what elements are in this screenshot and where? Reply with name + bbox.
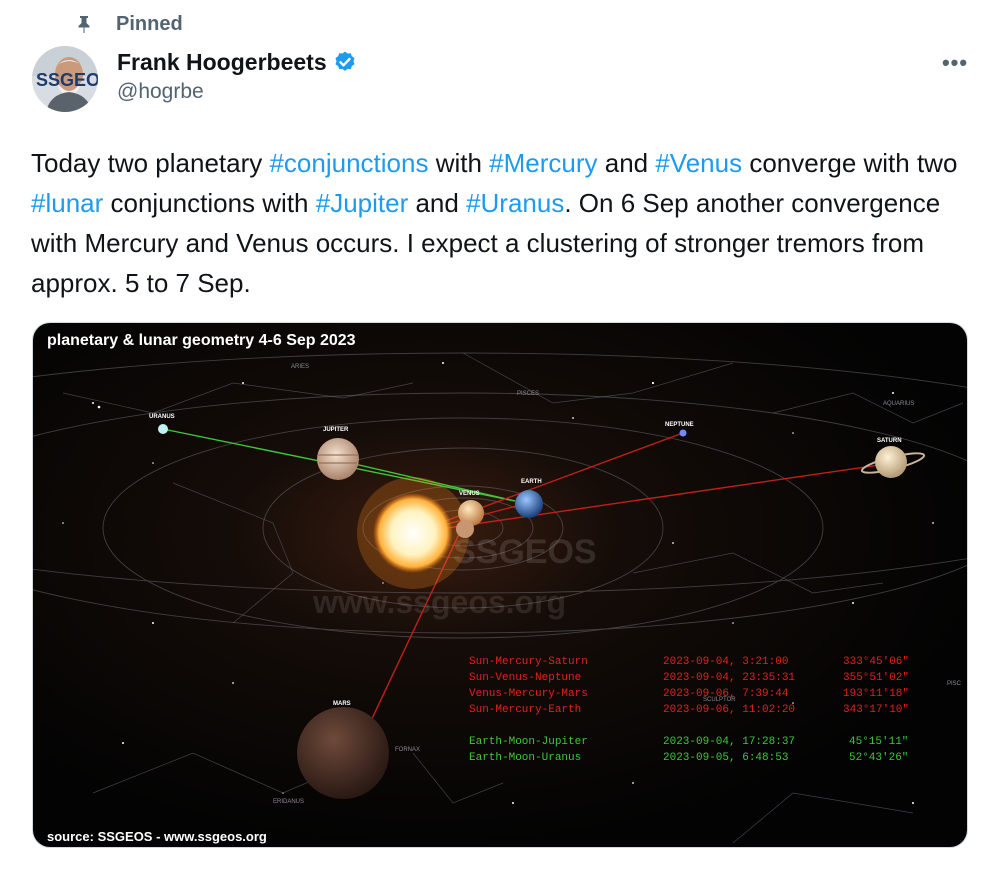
mercury-planet <box>456 520 474 538</box>
verified-badge-icon <box>335 51 355 71</box>
constellation-label: FORNAX <box>395 747 420 753</box>
hashtag-link[interactable]: #Venus <box>655 148 742 178</box>
constellation-label: ARIES <box>291 364 309 370</box>
event-datetime: 2023-09-04, 17:28:37 <box>663 736 795 748</box>
hashtag-link[interactable]: #Uranus <box>466 188 564 218</box>
event-angle: 52°43'26" <box>849 752 908 764</box>
image-title: planetary & lunar geometry 4-6 Sep 2023 <box>47 332 356 349</box>
planet-label-jupiter: JUPITER <box>323 427 349 433</box>
pinned-indicator: Pinned <box>74 10 183 38</box>
event-name: Earth-Moon-Uranus <box>469 752 581 764</box>
jupiter-planet <box>317 438 359 480</box>
tweet-text-segment: Today two planetary <box>31 148 270 178</box>
earth-planet <box>515 490 543 518</box>
author-info: Frank Hoogerbeets @hogrbe <box>117 46 357 104</box>
author-name[interactable]: Frank Hoogerbeets <box>117 49 327 76</box>
planet-label-neptune: NEPTUNE <box>665 422 694 428</box>
planet-label-uranus: URANUS <box>149 414 175 420</box>
tweet-text-segment: and <box>408 188 467 218</box>
hashtag-link[interactable]: #lunar <box>31 188 103 218</box>
event-angle: 45°15'11" <box>849 736 908 748</box>
event-datetime: 2023-09-04, 23:35:31 <box>663 672 795 684</box>
tweet-text-segment: and <box>597 148 656 178</box>
image-source: source: SSGEOS - www.ssgeos.org <box>47 829 267 844</box>
hashtag-link[interactable]: #Jupiter <box>316 188 409 218</box>
hashtag-link[interactable]: #conjunctions <box>269 148 428 178</box>
mars-planet <box>297 707 389 799</box>
event-name: Sun-Mercury-Earth <box>469 704 581 716</box>
uranus-planet <box>158 424 168 434</box>
tweet-image[interactable]: SSGEOS www.ssgeos.org ARIES PISCES AQUAR… <box>32 322 968 848</box>
event-angle: 333°45'06" <box>843 656 909 668</box>
avatar-logo-text: SSGEOS <box>36 70 98 90</box>
more-options-button[interactable]: ••• <box>938 50 972 76</box>
pin-icon <box>78 16 90 33</box>
event-name: Earth-Moon-Jupiter <box>469 736 588 748</box>
watermark-logo: SSGEOS <box>453 533 597 571</box>
event-datetime: 2023-09-05, 6:48:53 <box>663 752 788 764</box>
event-name: Sun-Mercury-Saturn <box>469 656 588 668</box>
watermark-url: www.ssgeos.org <box>312 584 566 620</box>
tweet-text-segment: conjunctions with <box>103 188 316 218</box>
event-datetime: 2023-09-04, 3:21:00 <box>663 656 788 668</box>
event-angle: 343°17'10" <box>843 704 909 716</box>
planet-label-saturn: SATURN <box>877 438 902 444</box>
constellation-label: PISCES <box>517 391 539 397</box>
event-name: Sun-Venus-Neptune <box>469 672 581 684</box>
tweet-text: Today two planetary #conjunctions with #… <box>31 143 981 303</box>
saturn-planet <box>875 446 907 478</box>
neptune-planet <box>679 429 687 437</box>
pinned-label: Pinned <box>116 12 183 35</box>
tweet-text-segment: converge with two <box>742 148 958 178</box>
planet-label-earth: EARTH <box>521 479 542 485</box>
hashtag-link[interactable]: #Mercury <box>489 148 597 178</box>
event-angle: 193°11'18" <box>843 688 909 700</box>
author-handle[interactable]: @hogrbe <box>117 80 357 104</box>
event-angle: 355°51'02" <box>843 672 909 684</box>
avatar[interactable]: SSGEOS <box>32 46 98 112</box>
event-datetime: 2023-09-06, 11:02:20 <box>663 704 795 716</box>
planet-label-mars: MARS <box>333 701 351 707</box>
constellation-label: PISC <box>947 681 962 687</box>
constellation-label: ERIDANUS <box>273 799 304 805</box>
tweet-text-segment: with <box>428 148 490 178</box>
constellation-label: AQUARIUS <box>883 401 914 407</box>
event-name: Venus-Mercury-Mars <box>469 688 588 700</box>
event-datetime: 2023-09-06, 7:39:44 <box>663 688 789 700</box>
sun <box>373 493 453 573</box>
planet-label-venus: VENUS <box>459 491 480 497</box>
